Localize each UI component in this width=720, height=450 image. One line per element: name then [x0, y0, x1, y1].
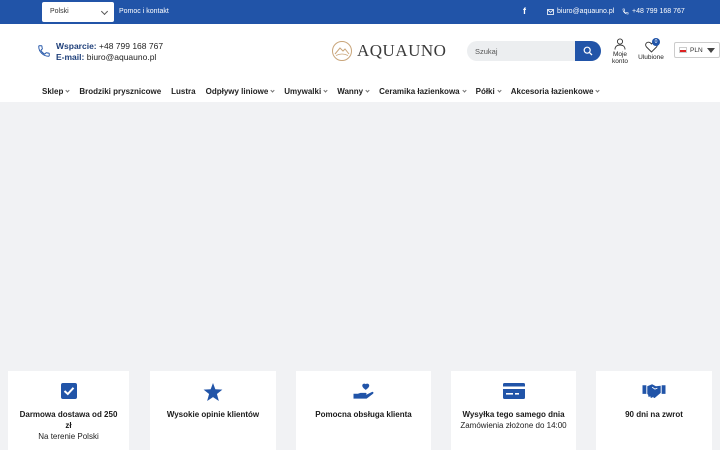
logo-text: AQUAUNO [357, 41, 447, 60]
nav-item-brodziki[interactable]: Brodziki prysznicowe [79, 87, 161, 96]
chevron-down-icon [323, 87, 328, 93]
chevron-down-icon [595, 87, 601, 93]
top-email-link[interactable]: biuro@aquauno.pl [547, 8, 614, 15]
feature-title: Wysyłka tego samego dnia [462, 410, 565, 419]
chevron-down-icon [100, 7, 109, 16]
nav-item-umywalki[interactable]: Umywalki [284, 86, 328, 96]
top-phone-link[interactable]: +48 799 168 767 [622, 8, 685, 15]
nav-item-label: Brodziki prysznicowe [79, 86, 162, 96]
feature-title: Darmowa dostawa od 250 zł [19, 410, 118, 430]
nav-item-label: Półki [475, 86, 495, 96]
star-icon [203, 383, 223, 401]
top-email-text: biuro@aquauno.pl [557, 8, 615, 15]
nav-item-label: Wanny [337, 86, 364, 96]
nav-item-akcesoria[interactable]: Akcesoria łazienkowe [510, 86, 601, 96]
chevron-down-icon [461, 87, 467, 93]
feature-title: 90 dni na zwrot [625, 410, 683, 419]
contact-info: Wsparcie: +48 799 168 767 E-mail: biuro@… [56, 41, 163, 63]
nav-item-polki[interactable]: Półki [475, 86, 502, 96]
facebook-icon[interactable]: f [523, 6, 526, 16]
currency-select[interactable]: PLN [674, 42, 720, 58]
account-label-line2: konto [612, 58, 628, 65]
feature-card-returns: 90 dni na zwrot [596, 371, 712, 450]
features-strip: Darmowa dostawa od 250 zł Na terenie Pol… [0, 371, 720, 450]
nav-item-wanny[interactable]: Wanny [337, 86, 370, 96]
nav-item-label: Umywalki [284, 86, 322, 96]
chevron-down-icon [65, 87, 70, 93]
feature-subtitle: Zamówienia złożone do 14:00 [460, 421, 567, 430]
user-icon [614, 38, 626, 50]
chevron-down-icon [270, 87, 275, 93]
poland-flag-icon [679, 47, 687, 53]
heart-hand-icon [353, 383, 373, 399]
account-label-line1: Moje [612, 51, 628, 58]
site-logo[interactable]: AQUAUNO [331, 40, 446, 62]
nav-item-lustra[interactable]: Lustra [171, 87, 195, 96]
feature-card-support: Pomocna obsługa klienta [296, 371, 431, 450]
main-nav: Sklep Brodziki prysznicowe Lustra Odpływ… [0, 80, 720, 102]
account-button[interactable]: Moje konto [608, 38, 632, 65]
email-label: E-mail: [56, 52, 85, 62]
top-phone-text: +48 799 168 767 [632, 8, 685, 15]
support-phone[interactable]: +48 799 168 767 [99, 41, 163, 51]
wishlist-button[interactable]: 0 Ulubione [637, 38, 665, 61]
logo-icon [332, 41, 352, 61]
handshake-icon [642, 384, 666, 399]
feature-title: Pomocna obsługa klienta [315, 410, 412, 419]
caret-down-icon [707, 48, 715, 53]
phone-icon [38, 45, 50, 57]
search-bar [467, 41, 601, 61]
language-select-value: Polski [50, 8, 69, 15]
checkbox-icon [60, 383, 77, 399]
nav-item-sklep[interactable]: Sklep [42, 86, 70, 96]
search-button[interactable] [575, 41, 601, 61]
currency-value: PLN [690, 46, 703, 54]
chevron-down-icon [497, 87, 502, 93]
language-select[interactable]: Polski [42, 2, 114, 22]
help-contact-link[interactable]: Pomoc i kontakt [119, 8, 169, 15]
nav-item-label: Ceramika łazienkowa [379, 86, 460, 96]
feature-card-reviews: Wysokie opinie klientów [150, 371, 276, 450]
wishlist-label: Ulubione [638, 54, 664, 61]
search-input[interactable] [475, 45, 575, 57]
nav-item-label: Lustra [171, 86, 196, 96]
site-header: Wsparcie: +48 799 168 767 E-mail: biuro@… [0, 24, 720, 80]
feature-subtitle: Na terenie Polski [38, 432, 99, 441]
mail-icon [547, 8, 554, 15]
card-icon [502, 383, 525, 399]
chevron-down-icon [365, 87, 370, 93]
support-label: Wsparcie: [56, 41, 97, 51]
nav-item-ceramika[interactable]: Ceramika łazienkowa [379, 86, 467, 96]
nav-item-label: Sklep [42, 86, 64, 96]
search-icon [583, 46, 593, 56]
nav-item-label: Odpływy liniowe [205, 86, 269, 96]
feature-title: Wysokie opinie klientów [166, 410, 260, 419]
feature-card-same-day-shipping: Wysyłka tego samego dnia Zamówienia złoż… [451, 371, 576, 450]
phone-icon [622, 8, 629, 15]
nav-item-label: Akcesoria łazienkowe [510, 86, 594, 96]
nav-item-odplywy[interactable]: Odpływy liniowe [206, 87, 275, 96]
top-bar: Polski Pomoc i kontakt f biuro@aquauno.p… [0, 0, 720, 24]
wishlist-count-badge: 0 [652, 38, 660, 46]
feature-card-free-delivery: Darmowa dostawa od 250 zł Na terenie Pol… [8, 371, 129, 450]
support-email[interactable]: biuro@aquauno.pl [87, 52, 157, 62]
